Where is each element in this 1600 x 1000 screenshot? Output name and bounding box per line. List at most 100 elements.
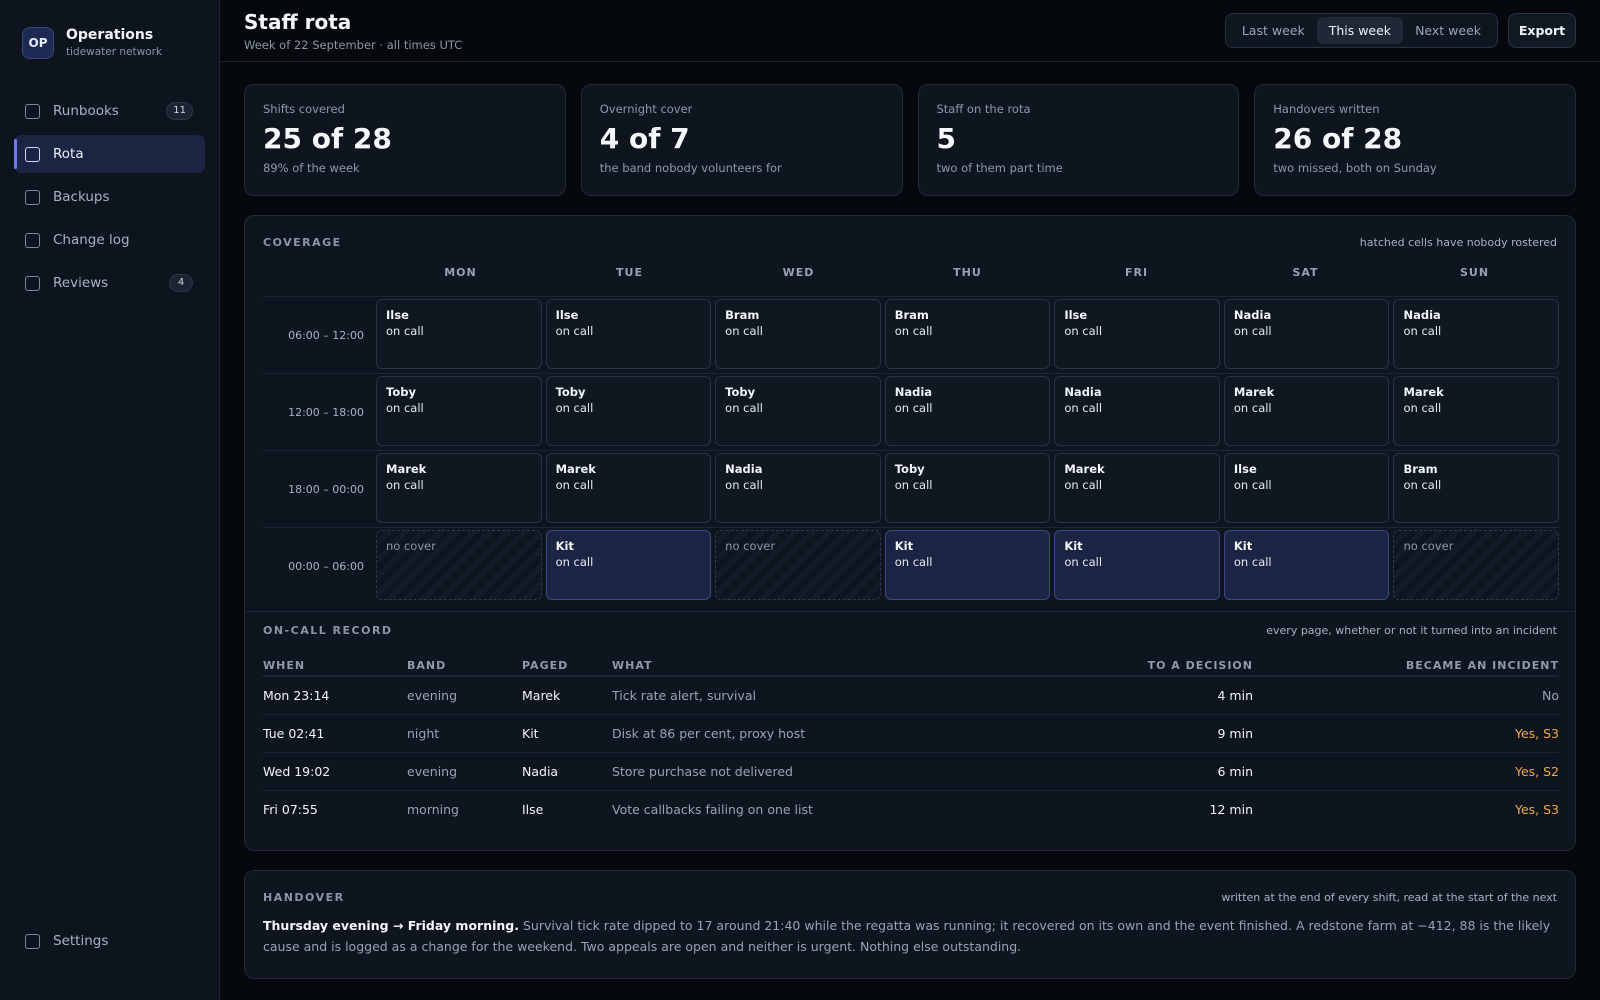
handover-lead: Thursday evening → Friday morning. <box>263 918 519 933</box>
sidebar: OP Operations tidewater network Runbooks… <box>0 0 220 1000</box>
shift-role: on call <box>1233 555 1272 569</box>
shift-cell[interactable]: Toby on call <box>715 376 881 446</box>
empty-shift-cell[interactable]: no cover <box>715 530 881 600</box>
shift-role: on call <box>1233 401 1272 415</box>
square-icon <box>25 146 40 162</box>
empty-shift-cell[interactable]: no cover <box>376 530 542 600</box>
shift-person: Marek <box>555 462 596 476</box>
export-button[interactable]: Export <box>1508 13 1576 48</box>
stat-value: 25 of 28 <box>263 122 392 155</box>
sidebar-item-label: Settings <box>53 933 109 949</box>
table-row[interactable]: Tue 02:41 night Kit Disk at 86 per cent, pr… <box>263 714 1559 752</box>
sidebar-item-label: Rota <box>53 146 84 162</box>
band-label: 18:00 – 00:00 <box>288 482 364 496</box>
shift-role: on call <box>1064 401 1103 415</box>
shift-cell[interactable]: Marek on call <box>1393 376 1560 446</box>
stat-note: the band nobody volunteers for <box>599 161 782 175</box>
week-tab-this-week[interactable]: This week <box>1316 17 1404 44</box>
sidebar-item-rota[interactable]: Rota <box>14 135 205 173</box>
cell-incident: Yes, S3 <box>1514 802 1559 817</box>
shift-cell[interactable]: Ilse on call <box>1223 453 1390 523</box>
shift-role: on call <box>555 478 594 492</box>
shift-role: on call <box>1064 324 1103 338</box>
shift-cell[interactable]: Marek on call <box>1054 453 1220 523</box>
cell-decision: 6 min <box>1217 764 1254 779</box>
sidebar-item-reviews[interactable]: Reviews 4 <box>14 264 205 302</box>
day-header: WED <box>782 266 815 279</box>
column-header: BAND <box>407 659 447 672</box>
sidebar-item-settings[interactable]: Settings <box>14 922 205 960</box>
handover-note: written at the end of every shift, read … <box>1221 891 1557 904</box>
shift-person: Marek <box>1233 385 1275 399</box>
oncall-title: ON-CALL RECORD <box>263 624 393 637</box>
sidebar-item-change-log[interactable]: Change log <box>14 221 205 259</box>
shift-cell[interactable]: Nadia on call <box>884 376 1051 446</box>
no-cover-label: no cover <box>725 539 776 553</box>
cell-decision: 4 min <box>1217 688 1254 703</box>
band-label: 00:00 – 06:00 <box>288 559 364 573</box>
stat-value: 26 of 28 <box>1273 122 1403 155</box>
shift-role: on call <box>1064 478 1103 492</box>
coverage-title: COVERAGE <box>263 236 342 249</box>
sidebar-item-runbooks[interactable]: Runbooks 11 <box>14 92 205 130</box>
shift-person: Ilse <box>555 308 579 322</box>
shift-cell[interactable]: Nadia on call <box>715 453 881 523</box>
week-tab-last-week[interactable]: Last week <box>1230 17 1317 44</box>
shift-role: on call <box>894 555 933 569</box>
brand-subtitle: tidewater network <box>66 46 163 58</box>
shift-cell[interactable]: Bram on call <box>1393 453 1560 523</box>
band-label: 06:00 – 12:00 <box>288 328 364 342</box>
table-row[interactable]: Wed 19:02 evening Nadia Store purchase not … <box>263 752 1559 790</box>
shift-person: Marek <box>386 462 427 476</box>
shift-cell[interactable]: Kit on call <box>884 530 1051 600</box>
cell-when: Tue 02:41 <box>263 726 325 741</box>
shift-cell[interactable]: Marek on call <box>376 453 542 523</box>
week-tab-next-week[interactable]: Next week <box>1403 17 1493 44</box>
stat-label: Overnight cover <box>599 102 693 116</box>
handover-panel: HANDOVER written at the end of every shi… <box>244 870 1576 979</box>
shift-cell[interactable]: Ilse on call <box>545 299 712 369</box>
shift-cell[interactable]: Kit on call <box>1223 530 1390 600</box>
cell-what: Tick rate alert, survival <box>612 688 756 703</box>
shift-cell[interactable]: Toby on call <box>884 453 1051 523</box>
shift-cell[interactable]: Kit on call <box>1054 530 1220 600</box>
shift-cell[interactable]: Marek on call <box>1223 376 1390 446</box>
coverage-row: 18:00 – 00:00 Marek on call Marek on call Nad… <box>263 450 1560 527</box>
page-title: Staff rota <box>244 10 352 34</box>
square-icon <box>25 189 40 205</box>
shift-person: Toby <box>894 462 925 476</box>
shift-cell[interactable]: Nadia on call <box>1054 376 1220 446</box>
column-header: WHEN <box>263 659 306 672</box>
shift-cell[interactable]: Bram on call <box>884 299 1051 369</box>
shift-role: on call <box>725 478 763 492</box>
empty-shift-cell[interactable]: no cover <box>1393 530 1560 600</box>
shift-person: Kit <box>555 539 574 553</box>
shift-cell[interactable]: Ilse on call <box>376 299 542 369</box>
shift-cell[interactable]: Marek on call <box>545 453 712 523</box>
shift-person: Kit <box>1064 539 1083 553</box>
table-row[interactable]: Fri 07:55 morning Ilse Vote callbacks faili… <box>263 790 1559 828</box>
shift-cell[interactable]: Kit on call <box>545 530 712 600</box>
cell-when: Mon 23:14 <box>263 688 330 703</box>
day-header: SAT <box>1292 266 1319 279</box>
no-cover-label: no cover <box>386 539 436 553</box>
sidebar-nav: Runbooks 11 Rota Backups Change log Reviews 4 <box>0 92 219 302</box>
shift-cell[interactable]: Nadia on call <box>1223 299 1390 369</box>
shift-cell[interactable]: Ilse on call <box>1054 299 1220 369</box>
column-header: BECAME AN INCIDENT <box>1405 659 1559 672</box>
sidebar-item-backups[interactable]: Backups <box>14 178 205 216</box>
shift-cell[interactable]: Nadia on call <box>1393 299 1560 369</box>
cell-what: Vote callbacks failing on one list <box>612 802 813 817</box>
shift-cell[interactable]: Bram on call <box>715 299 881 369</box>
shift-cell[interactable]: Toby on call <box>545 376 712 446</box>
handover-text: Thursday evening → Friday morning. Survi… <box>263 915 1559 957</box>
table-row[interactable]: Mon 23:14 evening Marek Tick rate alert, su… <box>263 676 1559 714</box>
coverage-row: 12:00 – 18:00 Toby on call Toby on call Toby o… <box>263 373 1560 450</box>
cell-band: evening <box>407 688 458 703</box>
shift-role: on call <box>1233 478 1272 492</box>
cell-what: Disk at 86 per cent, proxy host <box>612 726 806 741</box>
main-content: Staff rota Week of 22 September · all ti… <box>220 0 1600 1000</box>
brand[interactable]: OP Operations tidewater network <box>0 0 219 62</box>
shift-person: Kit <box>894 539 914 553</box>
shift-cell[interactable]: Toby on call <box>376 376 542 446</box>
